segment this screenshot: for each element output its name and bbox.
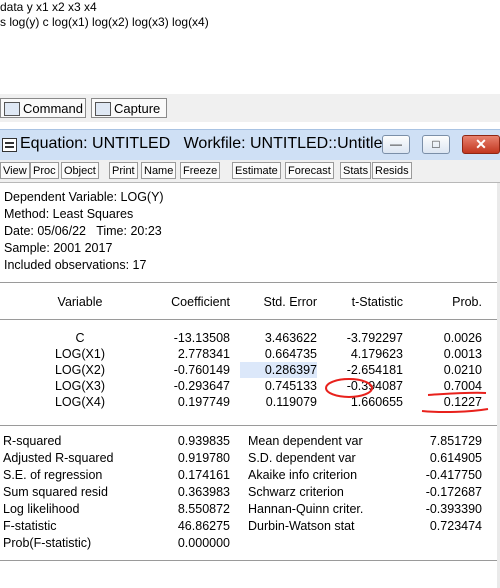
underline-annotation	[421, 408, 489, 414]
circle-annotation	[325, 378, 373, 398]
red-annotation-layer	[325, 378, 489, 414]
underline-annotation	[427, 391, 487, 396]
